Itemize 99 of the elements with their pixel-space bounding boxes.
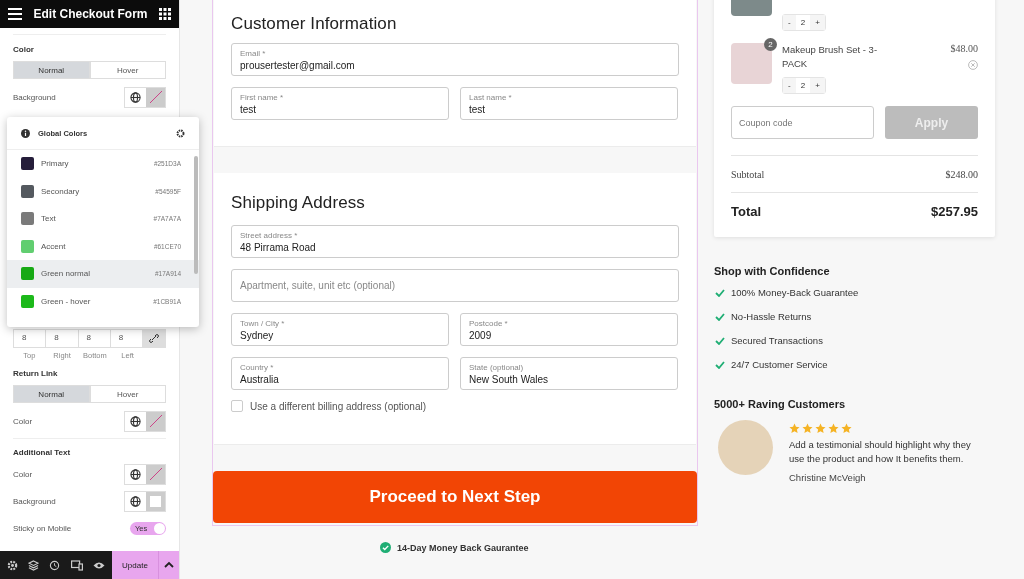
- section-title: Shipping Address: [231, 193, 366, 213]
- checkbox[interactable]: [231, 400, 243, 412]
- coupon-field[interactable]: Coupon code: [731, 106, 874, 139]
- avatar-placeholder: [718, 420, 773, 475]
- update-button[interactable]: Update: [112, 551, 158, 579]
- check-icon: [715, 288, 725, 297]
- proceed-button[interactable]: Proceed to Next Step: [213, 471, 697, 523]
- globe-icon[interactable]: [130, 91, 141, 103]
- control-label: Color: [13, 416, 33, 426]
- subtotal-value: $248.00: [945, 169, 978, 180]
- text-field[interactable]: Town / City * Sydney: [231, 313, 449, 346]
- text-field[interactable]: Last name * test: [460, 87, 678, 120]
- field-label: First name *: [240, 92, 285, 102]
- state-tab[interactable]: Hover: [89, 385, 166, 403]
- link-icon[interactable]: [143, 330, 165, 347]
- confidence-item: 24/7 Customer Service: [731, 359, 828, 370]
- number-field[interactable]: 8: [46, 330, 79, 347]
- increase-button[interactable]: +: [810, 15, 825, 30]
- text-field[interactable]: First name * test: [231, 87, 449, 120]
- confidence-title: Shop with Confidence: [714, 265, 831, 277]
- color-name: Accent: [41, 241, 67, 251]
- globe-icon[interactable]: [130, 415, 141, 427]
- star-icon: [815, 423, 826, 434]
- caret-up-icon[interactable]: [158, 551, 179, 579]
- check-icon: [715, 336, 725, 345]
- color-name: Green normal: [41, 269, 91, 279]
- control-label: Background: [13, 92, 56, 102]
- author-name: Christine McVeigh: [789, 472, 867, 483]
- panel-title: Edit Checkout Form: [33, 7, 148, 21]
- quantity-value: 2: [799, 17, 807, 29]
- info-icon: [21, 128, 30, 138]
- product-name: Makeup Brush Set - 3-PACK: [782, 43, 879, 71]
- quantity-badge: 2: [764, 38, 777, 51]
- section-heading: Return Link: [13, 368, 59, 378]
- decrease-button[interactable]: -: [783, 15, 796, 30]
- number-field[interactable]: 8: [14, 330, 47, 347]
- text-field[interactable]: Street address * 48 Pirrama Road: [231, 225, 679, 258]
- text-field[interactable]: Apartment, suite, unit etc (optional): [231, 269, 679, 302]
- field-label: Last name *: [469, 92, 513, 102]
- star-icon: [828, 423, 839, 434]
- eye-icon[interactable]: [92, 560, 105, 570]
- decrease-button[interactable]: -: [783, 78, 796, 93]
- color-swatch[interactable]: [146, 491, 165, 511]
- field-label: Country *: [240, 362, 275, 372]
- state-tab[interactable]: Normal: [13, 385, 90, 403]
- confidence-item: 100% Money-Back Guarantee: [731, 287, 859, 298]
- increase-button[interactable]: +: [810, 78, 825, 93]
- color-name: Text: [41, 214, 57, 224]
- quantity-value: 2: [799, 80, 807, 92]
- layers-icon[interactable]: [28, 559, 40, 571]
- settings-icon[interactable]: [176, 128, 185, 138]
- checkbox-label: Use a different billing address (optional): [250, 400, 427, 412]
- field-label: State (optional): [469, 362, 525, 372]
- empty-color-swatch[interactable]: [146, 87, 165, 107]
- star-icon: [802, 423, 813, 434]
- check-icon: [715, 312, 725, 321]
- empty-color-swatch[interactable]: [146, 464, 165, 484]
- quantity-stepper[interactable]: - 2 +: [782, 14, 826, 31]
- reviews-title: 5000+ Raving Customers: [714, 398, 847, 410]
- state-tab[interactable]: Normal: [13, 61, 90, 79]
- total-value: $257.95: [931, 204, 978, 219]
- text-field[interactable]: Postcode * 2009: [460, 313, 678, 346]
- text-field[interactable]: Country * Australia: [231, 357, 449, 390]
- check-circle-icon: [380, 542, 391, 553]
- control-label: Color: [13, 469, 33, 479]
- field-label: Street address *: [240, 230, 299, 240]
- testimonial-text: Add a testimonial should highlight why they use the product and how It benefits them.: [789, 438, 972, 466]
- number-field[interactable]: 8: [78, 330, 111, 347]
- subtotal-label: Subtotal: [731, 169, 765, 180]
- field-label: Postcode *: [469, 318, 509, 328]
- history-icon[interactable]: [49, 559, 61, 571]
- globe-icon[interactable]: [130, 468, 141, 480]
- section-title: Customer Information: [231, 14, 398, 34]
- control-label: Sticky on Mobile: [13, 523, 72, 533]
- color-name: Secondary: [41, 186, 81, 196]
- confidence-item: No-Hassle Returns: [731, 311, 812, 322]
- star-icon: [789, 423, 800, 434]
- field-label: Town / City *: [240, 318, 286, 328]
- star-icon: [841, 423, 852, 434]
- check-icon: [715, 360, 725, 369]
- section-heading: Additional Text: [13, 447, 72, 457]
- text-field[interactable]: Email * prousertester@gmail.com: [231, 43, 679, 76]
- section-heading: Color: [13, 34, 166, 54]
- state-tab[interactable]: Hover: [89, 61, 166, 79]
- guarantee-text: 14-Day Money Back Gaurantee: [397, 542, 529, 553]
- empty-color-swatch[interactable]: [146, 411, 165, 431]
- globe-icon[interactable]: [130, 495, 141, 507]
- menu-icon[interactable]: [8, 8, 22, 20]
- quantity-stepper[interactable]: - 2 +: [782, 77, 826, 94]
- text-field[interactable]: State (optional) New South Wales: [460, 357, 678, 390]
- grid-icon[interactable]: [159, 8, 171, 20]
- color-name: Green - hover: [41, 296, 92, 306]
- control-label: Background: [13, 496, 56, 506]
- color-name: Primary: [41, 159, 70, 169]
- confidence-item: Secured Transactions: [731, 335, 823, 346]
- product-price: $48.00: [950, 43, 978, 54]
- field-label: Email *: [240, 48, 267, 58]
- responsive-icon[interactable]: [70, 559, 83, 571]
- total-label: Total: [731, 204, 762, 219]
